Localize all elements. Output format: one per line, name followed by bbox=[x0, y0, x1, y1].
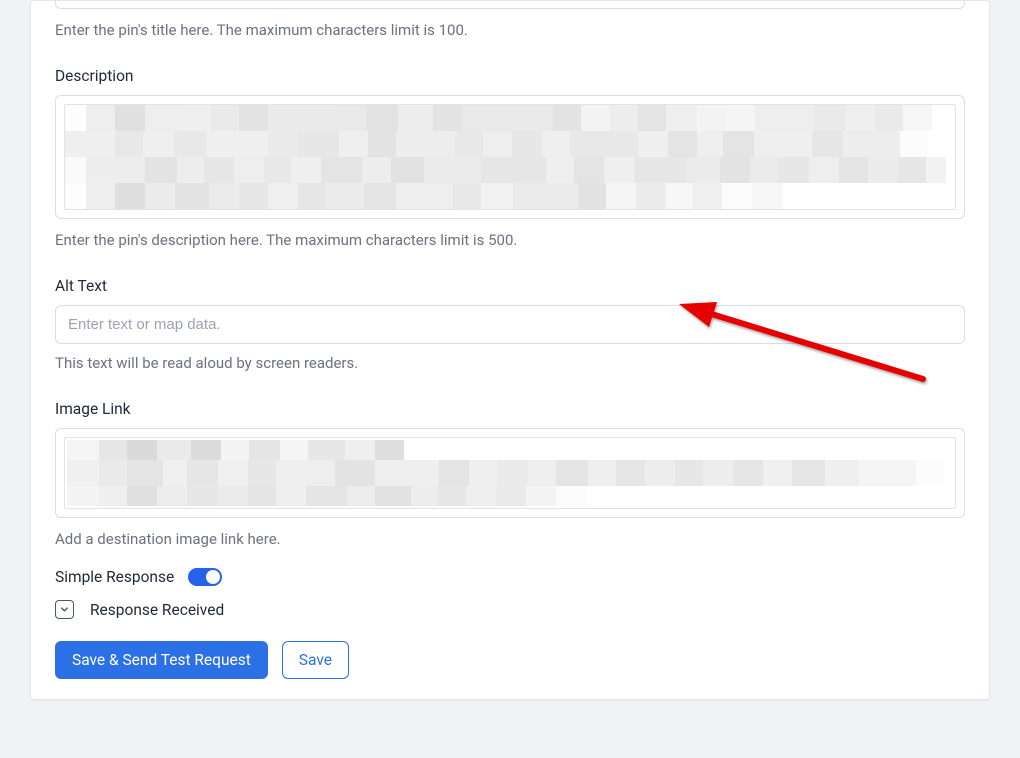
image-link-helper-text: Add a destination image link here. bbox=[55, 530, 965, 548]
alt-text-input[interactable] bbox=[55, 305, 965, 344]
title-helper-text: Enter the pin's title here. The maximum … bbox=[55, 21, 965, 39]
simple-response-toggle[interactable] bbox=[188, 568, 222, 586]
form-card: Enter the pin's title here. The maximum … bbox=[30, 0, 990, 700]
image-link-section: Image Link Add a destination image link … bbox=[55, 400, 965, 548]
description-redacted-content bbox=[64, 104, 956, 210]
title-field-box-bottom bbox=[55, 1, 965, 9]
response-received-row: Response Received bbox=[55, 600, 965, 619]
description-helper-text: Enter the pin's description here. The ma… bbox=[55, 231, 965, 249]
alt-text-section: Alt Text This text will be read aloud by… bbox=[55, 277, 965, 372]
chevron-down-icon bbox=[59, 604, 70, 615]
description-label: Description bbox=[55, 67, 965, 85]
alt-text-label: Alt Text bbox=[55, 277, 965, 295]
alt-text-helper-text: This text will be read aloud by screen r… bbox=[55, 354, 965, 372]
button-row: Save & Send Test Request Save bbox=[55, 641, 965, 679]
simple-response-row: Simple Response bbox=[55, 568, 965, 586]
image-link-field-box[interactable] bbox=[55, 428, 965, 518]
simple-response-label: Simple Response bbox=[55, 568, 174, 586]
response-received-label: Response Received bbox=[90, 601, 224, 619]
description-section: Description Enter the pin's description … bbox=[55, 67, 965, 249]
image-link-label: Image Link bbox=[55, 400, 965, 418]
save-button[interactable]: Save bbox=[282, 641, 349, 679]
response-received-expand-button[interactable] bbox=[55, 600, 74, 619]
save-send-test-request-button[interactable]: Save & Send Test Request bbox=[55, 641, 268, 679]
image-link-redacted-content bbox=[64, 437, 956, 509]
description-field-box[interactable] bbox=[55, 95, 965, 219]
